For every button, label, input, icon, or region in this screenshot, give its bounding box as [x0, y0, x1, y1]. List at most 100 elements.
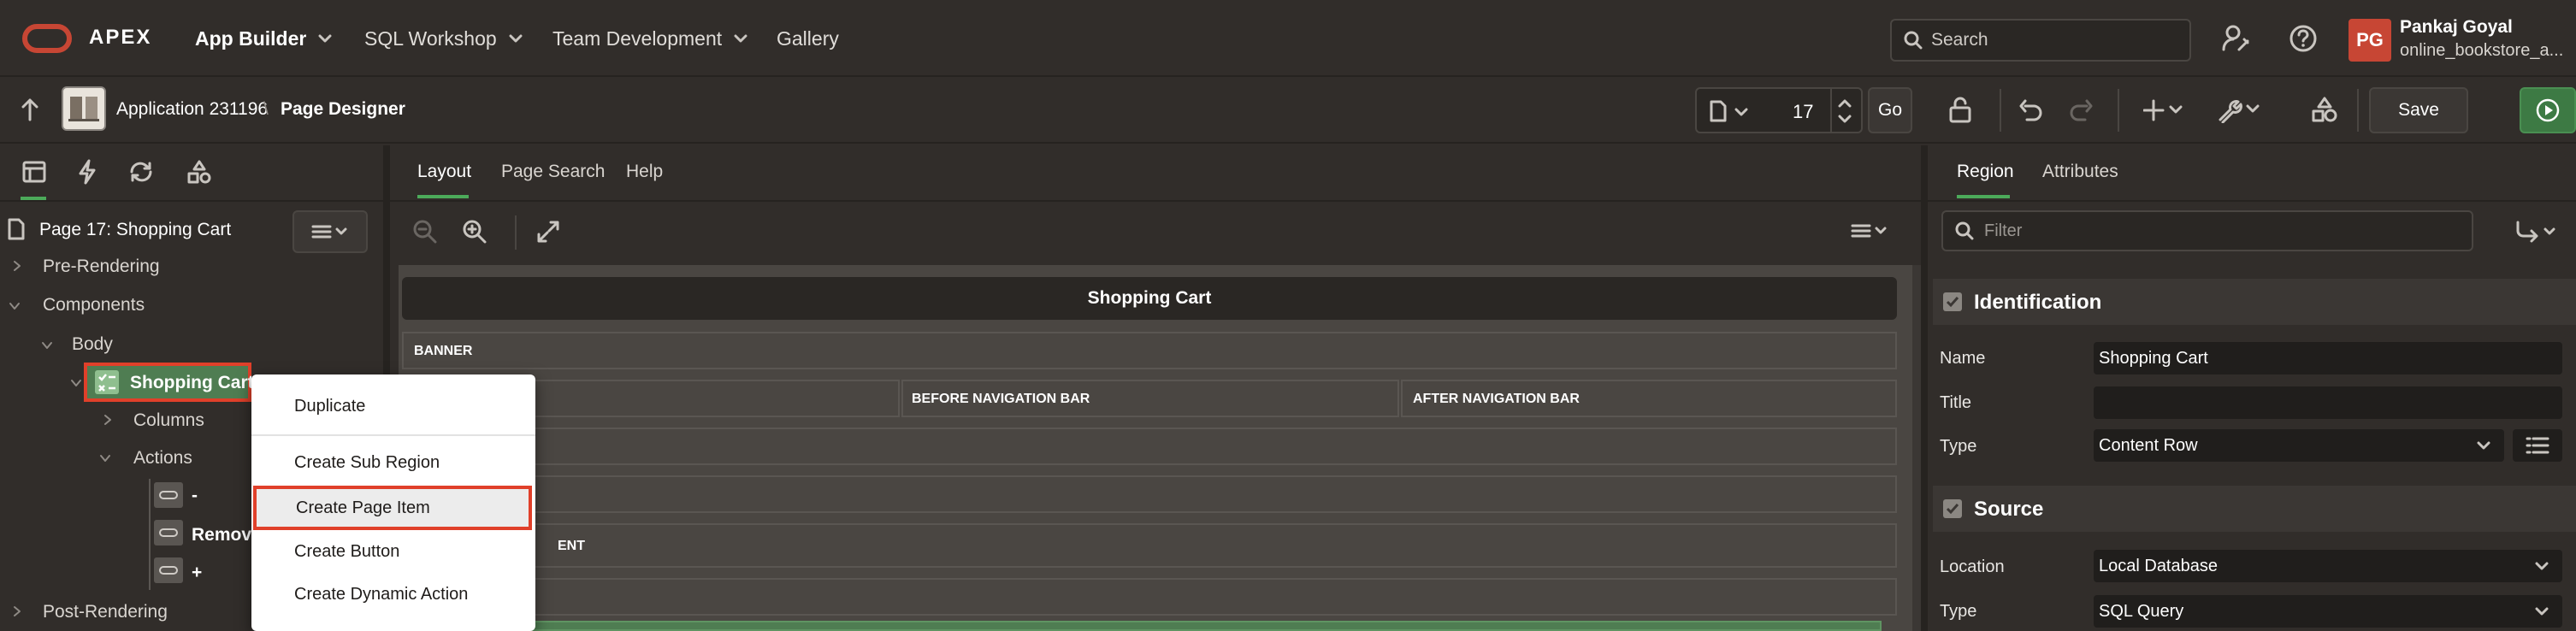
tree-body[interactable]: Body	[72, 334, 113, 355]
global-search-input[interactable]: Search	[1890, 19, 2191, 62]
top-navigation-bar: APEX App Builder SQL Workshop Team Devel…	[0, 0, 2576, 77]
type-list-button[interactable]	[2513, 429, 2562, 462]
collapse-checkbox-icon	[1943, 292, 1962, 311]
expand-icon[interactable]	[535, 219, 561, 245]
location-select-value: Local Database	[2099, 556, 2218, 575]
go-to-group-icon[interactable]	[2514, 219, 2559, 245]
chevron-right-icon[interactable]	[103, 414, 113, 426]
layout-position-row[interactable]	[402, 428, 1897, 465]
menu-item-duplicate[interactable]: Duplicate	[251, 385, 535, 428]
source-type-label: Type	[1940, 602, 1977, 621]
tree-page-root[interactable]: Page 17: Shopping Cart	[39, 220, 231, 240]
user-name[interactable]: Pankaj Goyal	[2400, 17, 2513, 38]
layout-position-row[interactable]	[402, 475, 1897, 513]
menu-item-create-dynamic-action[interactable]: Create Dynamic Action	[251, 573, 535, 616]
chevron-right-icon[interactable]	[12, 605, 22, 617]
tab-region[interactable]: Region	[1957, 162, 2014, 182]
before-navigation-position[interactable]: BEFORE NAVIGATION BAR	[901, 380, 1399, 417]
location-select[interactable]: Local Database	[2094, 550, 2562, 582]
identification-section-header[interactable]: Identification	[1933, 279, 2576, 325]
title-label: Title	[1940, 393, 1972, 412]
button-item-icon	[154, 557, 183, 583]
source-type-select[interactable]: SQL Query	[2094, 595, 2562, 628]
tab-layout[interactable]: Layout	[417, 162, 471, 182]
nav-app-builder[interactable]: App Builder	[195, 0, 332, 77]
page-header-region[interactable]: Shopping Cart	[402, 277, 1897, 320]
help-icon[interactable]	[2289, 24, 2318, 53]
after-navigation-position[interactable]: AFTER NAVIGATION BAR	[1401, 380, 1897, 417]
chevron-down-icon[interactable]	[99, 453, 111, 463]
oracle-logo-icon[interactable]	[22, 24, 72, 53]
content-body-position[interactable]: ENT	[402, 523, 1897, 568]
page-shared-components-icon[interactable]	[186, 159, 212, 185]
property-filter-input[interactable]: Filter	[1941, 210, 2473, 251]
arrow-up-icon[interactable]	[21, 97, 39, 121]
tree-item-minus[interactable]: -	[192, 486, 198, 506]
name-field[interactable]: Shopping Cart	[2094, 342, 2562, 374]
tree-components[interactable]: Components	[43, 295, 145, 316]
layout-menu-icon[interactable]	[1849, 222, 1890, 239]
user-workspace[interactable]: online_bookstore_a...	[2400, 41, 2571, 61]
banner-position[interactable]: BANNER	[402, 332, 1897, 369]
type-select[interactable]: Content Row	[2094, 429, 2504, 462]
layout-position-row[interactable]	[402, 578, 1897, 616]
shared-components-icon[interactable]	[2311, 96, 2338, 123]
avatar[interactable]: PG	[2349, 19, 2391, 62]
user-admin-icon[interactable]	[2222, 24, 2251, 53]
tree-pre-rendering[interactable]: Pre-Rendering	[43, 257, 160, 277]
source-section-header[interactable]: Source	[1933, 486, 2576, 532]
tree-item-plus[interactable]: +	[192, 563, 202, 583]
identification-title: Identification	[1974, 291, 2102, 314]
nav-gallery[interactable]: Gallery	[777, 0, 839, 77]
tree-actions[interactable]: Actions	[133, 448, 192, 469]
nav-sql-workshop[interactable]: SQL Workshop	[364, 0, 523, 77]
lock-page-icon[interactable]	[1948, 96, 1974, 125]
region-icon	[95, 370, 119, 394]
tab-page-search[interactable]: Page Search	[501, 162, 605, 182]
undo-icon[interactable]	[2018, 97, 2044, 123]
page-number-input[interactable]: 17	[1793, 101, 1813, 123]
tree-shopping-cart-region[interactable]: Shopping Cart	[84, 363, 254, 402]
utilities-wrench-icon[interactable]	[2217, 96, 2263, 123]
run-page-button[interactable]	[2520, 87, 2576, 133]
nav-team-development[interactable]: Team Development	[552, 0, 747, 77]
breadcrumb-application[interactable]: Application 231196	[116, 99, 268, 120]
redo-icon[interactable]	[2068, 97, 2094, 123]
page-stepper-icon[interactable]	[1837, 96, 1852, 127]
page-icon	[1710, 100, 1727, 122]
dynamic-actions-icon[interactable]	[77, 159, 97, 185]
chevron-down-icon[interactable]	[41, 340, 53, 351]
chevron-right-icon[interactable]	[12, 260, 22, 272]
chevron-down-icon	[2477, 441, 2490, 450]
menu-item-create-button[interactable]: Create Button	[251, 530, 535, 573]
tab-help[interactable]: Help	[626, 162, 663, 182]
location-label: Location	[1940, 557, 2005, 576]
chevron-down-icon[interactable]	[9, 301, 21, 311]
menu-item-create-sub-region[interactable]: Create Sub Region	[251, 441, 535, 484]
breadcrumb-separator: \	[263, 99, 269, 119]
selected-region-outline[interactable]	[402, 621, 1882, 631]
nav-team-development-label: Team Development	[552, 27, 723, 50]
type-label: Type	[1940, 437, 1977, 456]
chevron-down-icon	[2535, 607, 2549, 616]
save-button[interactable]: Save	[2369, 87, 2468, 133]
apex-brand[interactable]: APEX	[89, 26, 151, 50]
go-button[interactable]: Go	[1868, 87, 1912, 133]
rendering-tree-icon[interactable]	[22, 161, 46, 183]
chevron-down-icon[interactable]	[70, 378, 82, 388]
title-field[interactable]	[2094, 386, 2562, 419]
tree-columns[interactable]: Columns	[133, 410, 204, 431]
tree-menu-button[interactable]	[292, 210, 368, 253]
page-number-selector[interactable]: 17	[1695, 87, 1863, 133]
tree-shopping-cart-label: Shopping Cart	[130, 373, 254, 392]
tab-attributes[interactable]: Attributes	[2042, 162, 2118, 182]
chevron-down-icon	[318, 34, 332, 43]
search-placeholder: Search	[1931, 30, 1988, 50]
add-menu-icon[interactable]	[2143, 97, 2186, 123]
processing-icon[interactable]	[128, 161, 154, 183]
zoom-out-icon[interactable]	[412, 219, 438, 245]
tree-post-rendering[interactable]: Post-Rendering	[43, 602, 168, 622]
menu-item-create-page-item[interactable]: Create Page Item	[253, 486, 532, 530]
application-icon[interactable]	[62, 86, 106, 131]
zoom-in-icon[interactable]	[462, 219, 487, 245]
